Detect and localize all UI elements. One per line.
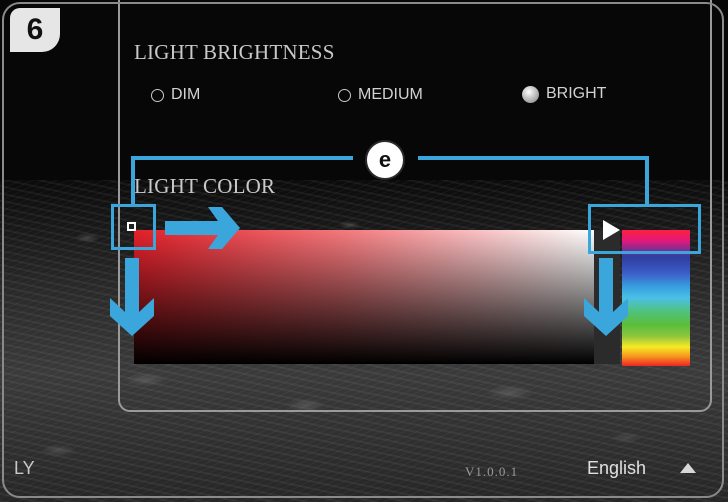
window-border	[2, 2, 724, 498]
app-window: 6 LIGHT BRIGHTNESS DIM MEDIUM BRIGHT LIG…	[0, 0, 728, 502]
